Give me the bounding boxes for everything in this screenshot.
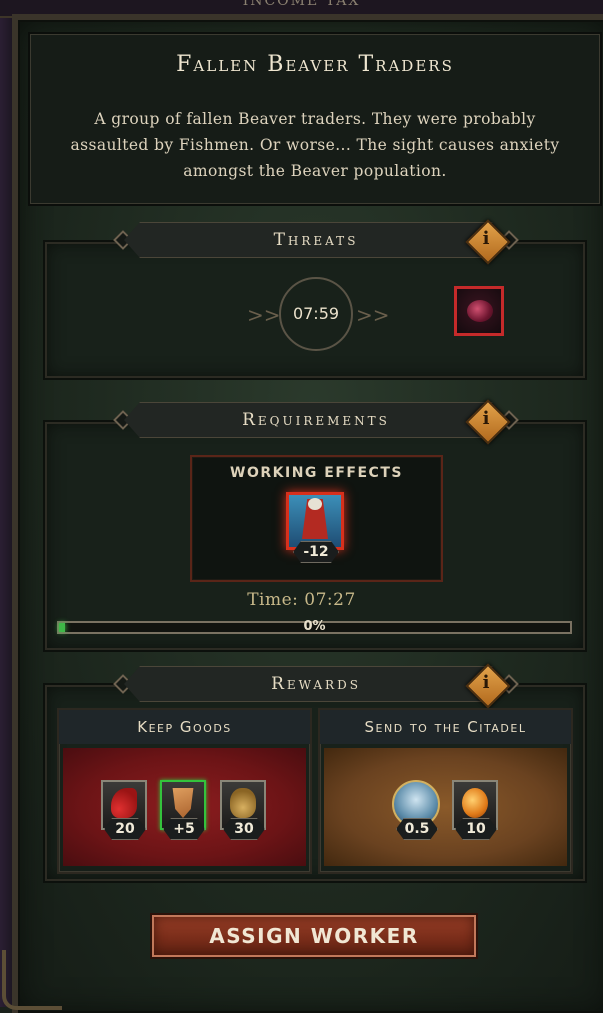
grain-sack-icon xyxy=(230,788,256,818)
reward-amount: +5 xyxy=(163,818,205,840)
corner-ornament xyxy=(2,950,62,1010)
send-to-citadel-body xyxy=(324,748,567,866)
progress-bar: 0% xyxy=(57,619,572,634)
event-description: A group of fallen Beaver traders. They w… xyxy=(70,110,560,180)
progress-label: 0% xyxy=(303,619,326,634)
skull-icon xyxy=(308,498,322,510)
reward-amount: 20 xyxy=(104,818,146,840)
assign-worker-button[interactable]: ASSIGN WORKER xyxy=(150,913,478,959)
reward-amount: 10 xyxy=(455,818,497,840)
rewards-header: Rewards xyxy=(124,666,508,702)
info-icon: i xyxy=(482,408,490,429)
requirement-time: Time: 07:27 xyxy=(247,590,356,610)
threat-slot[interactable] xyxy=(454,286,504,336)
requirements-header: Requirements xyxy=(124,402,508,438)
working-effects-title: WORKING EFFECTS xyxy=(230,465,403,481)
leather-icon xyxy=(172,788,194,818)
info-icon: i xyxy=(482,672,490,693)
keep-goods-title: Keep Goods xyxy=(59,710,310,744)
red-fabric-icon xyxy=(111,788,137,818)
reward-amount: 30 xyxy=(223,818,265,840)
effect-value: -12 xyxy=(293,541,339,563)
send-to-citadel-title: Send to the Citadel xyxy=(320,710,571,744)
chevron-right-icon: >> xyxy=(247,303,281,327)
corrupted-blob-icon xyxy=(467,300,493,322)
reward-amount: 0.5 xyxy=(396,818,438,840)
send-to-citadel-option[interactable]: Send to the Citadel xyxy=(318,708,573,874)
chevron-right-icon: >> xyxy=(356,303,390,327)
event-title: Fallen Beaver Traders xyxy=(176,52,454,77)
top-strip-label: INCOME TAX xyxy=(242,0,361,9)
threats-header: Threats xyxy=(124,222,508,258)
threat-timer: 07:59 xyxy=(279,277,353,351)
amber-icon xyxy=(462,788,488,818)
info-icon: i xyxy=(482,228,490,249)
event-header: Fallen Beaver Traders A group of fallen … xyxy=(28,32,602,206)
